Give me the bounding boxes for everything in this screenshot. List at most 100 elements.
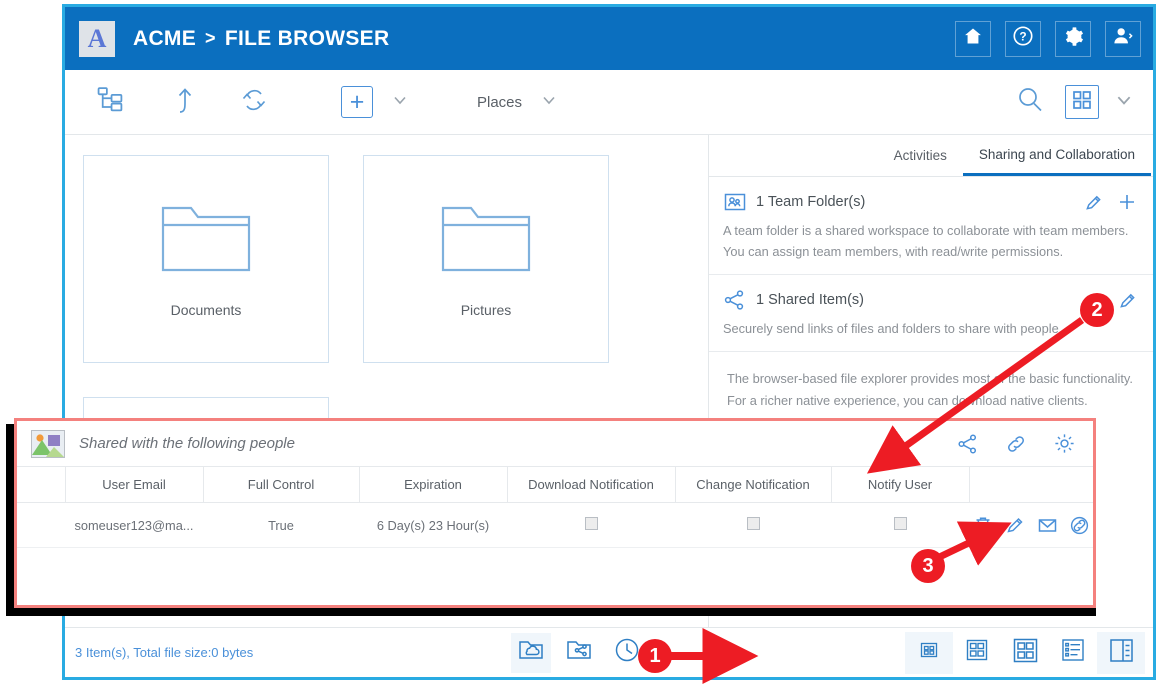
team-folders-description: A team folder is a shared workspace to c… [723,223,1129,260]
col-spacer [17,467,66,503]
tab-sharing-and-collaboration[interactable]: Sharing and Collaboration [962,135,1151,176]
link-icon[interactable] [1003,431,1029,457]
view-small-grid-button[interactable] [905,631,953,674]
refresh-button[interactable] [231,80,277,124]
table-row[interactable]: someuser123@ma... True 6 Day(s) 23 Hour(… [17,502,1093,548]
places-label[interactable]: Places [477,94,522,111]
annotation-badge-3: 3 [911,549,945,583]
link-icon[interactable] [1070,515,1089,535]
screenshot-root: A ACME > FILE BROWSER ? + Places Documen… [0,0,1158,684]
view-medium-grid-button[interactable] [953,632,1001,674]
home-button[interactable] [955,20,991,57]
new-item-button[interactable]: + [341,86,373,118]
app-header: A ACME > FILE BROWSER ? [65,7,1153,70]
chevron-down-icon [541,92,557,113]
places-dropdown[interactable] [536,89,562,115]
view-medium-grid-icon [965,638,989,667]
change-notification-checkbox[interactable] [746,517,760,530]
cell-user-email: someuser123@ma... [65,502,203,548]
chevron-down-icon [1115,91,1133,114]
user-account-button[interactable] [1105,20,1141,57]
cell-change-notification [675,502,831,548]
col-user-email[interactable]: User Email [65,467,204,503]
folder-tile[interactable]: Pictures [363,155,609,363]
view-mode-dropdown[interactable] [1111,89,1137,115]
team-folders-header: 1 Team Folder(s) [723,191,1137,213]
chevron-down-icon [392,92,408,113]
cell-notify-user [831,502,969,548]
view-small-grid-icon [919,640,939,665]
share-nodes-icon[interactable] [955,431,981,457]
annotation-badge-2: 2 [1080,293,1114,327]
help-button[interactable]: ? [1005,20,1041,57]
edit-pencil-icon[interactable] [1117,290,1137,310]
shared-folder-button[interactable] [559,633,599,673]
download-notification-checkbox[interactable] [584,517,598,530]
settings-gear-icon[interactable] [1051,431,1077,457]
shared-people-table: User Email Full Control Expiration Downl… [17,467,1093,548]
email-envelope-icon[interactable] [1038,515,1057,535]
tree-view-button[interactable] [87,80,133,124]
notify-user-checkbox[interactable] [893,517,907,530]
new-item-dropdown[interactable] [387,89,413,115]
settings-button[interactable] [1055,20,1091,57]
folder-icon [440,200,532,274]
status-center-buttons [511,632,647,673]
team-folders-section: 1 Team Folder(s) A team folder is a shar… [709,177,1153,276]
tab-activities[interactable]: Activities [878,135,963,176]
view-large-grid-icon [1012,637,1039,669]
cell-full-control: True [203,502,359,548]
side-panel-tabs: Activities Sharing and Collaboration [709,135,1153,177]
folder-tile-label: Documents [170,302,242,318]
native-clients-note: The browser-based file explorer provides… [727,371,1133,409]
folder-tile[interactable]: Documents [83,155,329,363]
folder-tile-label: Pictures [460,302,512,318]
col-expiration[interactable]: Expiration [359,467,508,503]
team-folders-title: 1 Team Folder(s) [756,194,866,210]
delete-trash-icon[interactable] [973,515,992,535]
modal-header: Shared with the following people [17,421,1093,467]
col-full-control[interactable]: Full Control [203,467,360,503]
breadcrumb-section: FILE BROWSER [224,26,390,50]
shared-items-description: Securely send links of files and folders… [723,321,1063,337]
shared-folder-icon [566,638,592,667]
history-clock-icon [614,637,640,668]
breadcrumb: ACME > FILE BROWSER [133,27,389,51]
shared-items-title: 1 Shared Item(s) [756,292,864,309]
edit-pencil-icon[interactable] [1005,515,1024,535]
col-download-notification[interactable]: Download Notification [507,467,676,503]
folder-icon [160,200,252,274]
cell-row-actions [969,502,1093,548]
folder-tree-icon [97,86,124,118]
view-split-pane-button[interactable] [1097,631,1145,674]
view-split-pane-icon [1108,637,1135,669]
add-plus-icon[interactable] [1117,192,1137,212]
row-spacer [17,502,65,548]
breadcrumb-brand: ACME [133,26,197,50]
table-header-row: User Email Full Control Expiration Downl… [17,467,1093,503]
grid-view-icon [1071,89,1093,116]
team-folders-actions [1083,192,1137,212]
view-large-grid-button[interactable] [1001,632,1049,674]
view-mode-button[interactable] [1065,85,1099,119]
search-icon [1015,85,1045,120]
edit-pencil-icon[interactable] [1083,192,1103,212]
status-bar: 3 Item(s), Total file size:0 bytes [65,627,1153,677]
annotation-badge-1: 1 [638,639,672,673]
refresh-sync-icon [238,86,270,119]
col-change-notification[interactable]: Change Notification [675,467,832,503]
search-button[interactable] [1007,80,1053,124]
cell-expiration: 6 Day(s) 23 Hour(s) [359,502,507,548]
cloud-folder-button[interactable] [511,632,552,673]
view-mode-buttons [905,631,1145,674]
view-details-list-button[interactable] [1049,632,1097,674]
arrow-up-icon [169,86,195,119]
home-icon [963,26,983,51]
col-notify-user[interactable]: Notify User [831,467,970,503]
modal-header-actions [955,431,1077,457]
svg-text:?: ? [1019,30,1026,44]
up-level-button[interactable] [159,80,205,124]
user-account-icon [1112,25,1134,52]
shared-items-actions [1117,290,1137,310]
share-nodes-icon [723,289,747,311]
